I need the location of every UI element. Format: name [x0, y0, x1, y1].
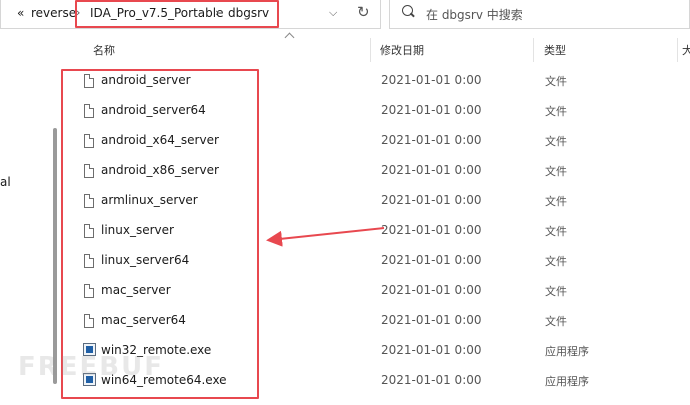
file-modified-date: 2021-01-01 0:00 [381, 133, 482, 147]
file-type: 文件 [545, 315, 567, 328]
file-modified-date: 2021-01-01 0:00 [381, 163, 482, 177]
file-modified-date: 2021-01-01 0:00 [381, 223, 482, 237]
file-modified-date: 2021-01-01 0:00 [381, 253, 482, 267]
file-type: 文件 [545, 225, 567, 238]
highlight-box-files [61, 69, 259, 399]
file-type: 文件 [545, 255, 567, 268]
search-placeholder: 在 dbgsrv 中搜索 [426, 8, 523, 22]
scrollbar[interactable] [53, 128, 57, 384]
column-header-type[interactable]: 类型 [544, 42, 566, 58]
column-divider[interactable] [370, 38, 371, 62]
navigation-pane[interactable]: al [0, 29, 60, 405]
chevron-down-icon[interactable]: ⌵ [329, 6, 337, 20]
breadcrumb-reverse[interactable]: reverse [31, 5, 76, 21]
file-type: 文件 [545, 195, 567, 208]
file-modified-date: 2021-01-01 0:00 [381, 193, 482, 207]
file-modified-date: 2021-01-01 0:00 [381, 283, 482, 297]
nav-item-partial[interactable]: al [0, 175, 11, 189]
watermark: FREEBUF [18, 352, 164, 382]
file-type: 文件 [545, 135, 567, 148]
file-type: 文件 [545, 165, 567, 178]
column-header-name[interactable]: 名称 [93, 42, 115, 58]
sort-ascending-icon [284, 32, 295, 43]
file-type: 应用程序 [545, 345, 589, 358]
column-divider[interactable] [533, 38, 534, 62]
file-modified-date: 2021-01-01 0:00 [381, 103, 482, 117]
file-type: 文件 [545, 285, 567, 298]
file-type: 文件 [545, 105, 567, 118]
column-header-row: 名称 修改日期 类型 大 [60, 32, 690, 62]
refresh-icon[interactable]: ↻ [357, 3, 370, 21]
column-divider[interactable] [677, 38, 678, 62]
address-overflow-icon[interactable]: « [17, 5, 24, 21]
highlight-box-path [75, 0, 279, 28]
file-type: 文件 [545, 75, 567, 88]
search-input[interactable]: 在 dbgsrv 中搜索 [389, 0, 690, 29]
file-modified-date: 2021-01-01 0:00 [381, 73, 482, 87]
column-header-modified[interactable]: 修改日期 [380, 42, 424, 58]
file-modified-date: 2021-01-01 0:00 [381, 313, 482, 327]
file-modified-date: 2021-01-01 0:00 [381, 343, 482, 357]
search-icon [402, 5, 413, 16]
file-type: 应用程序 [545, 375, 589, 388]
file-modified-date: 2021-01-01 0:00 [381, 373, 482, 387]
column-header-size[interactable]: 大 [682, 42, 690, 58]
